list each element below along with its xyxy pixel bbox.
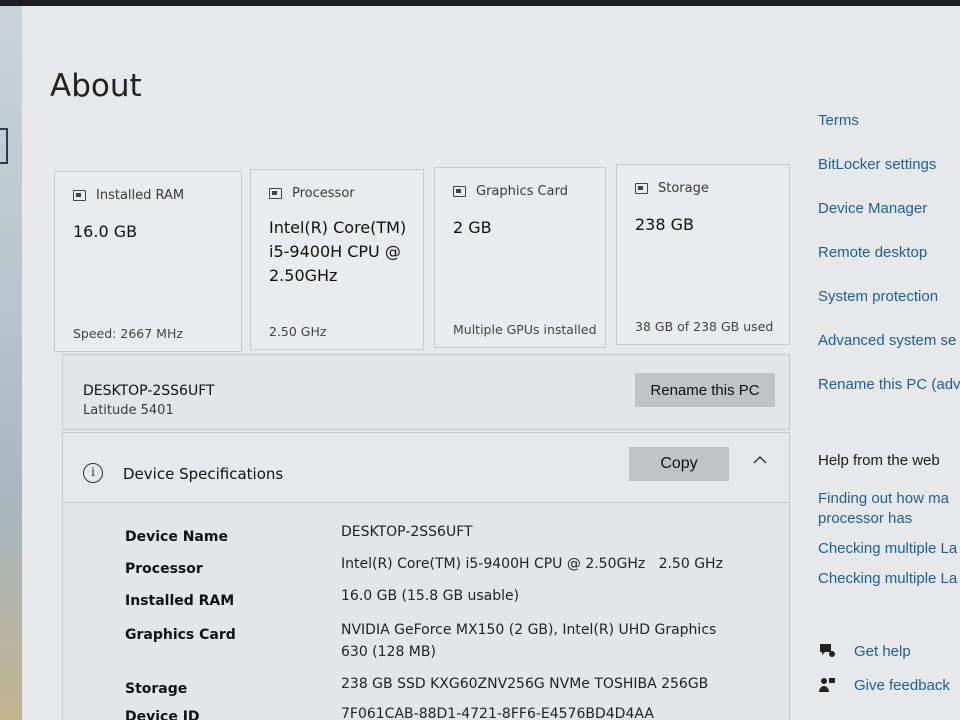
card-label: Installed RAM bbox=[96, 188, 185, 203]
get-help-icon bbox=[818, 642, 836, 658]
get-help-link[interactable]: Get help bbox=[854, 643, 911, 660]
card-label: Graphics Card bbox=[476, 184, 568, 199]
spec-value: Intel(R) Core(TM) i5-9400H CPU @ 2.50GHz… bbox=[341, 556, 723, 572]
spec-label: Installed RAM bbox=[125, 593, 235, 609]
card-foot: Multiple GPUs installed bbox=[453, 322, 597, 337]
card-processor: Processor Intel(R) Core(TM) i5-9400H CPU… bbox=[250, 169, 424, 350]
link-help-finding-processor[interactable]: Finding out how ma bbox=[818, 490, 949, 507]
give-feedback-link[interactable]: Give feedback bbox=[854, 677, 950, 694]
taskbar-edge-indicator bbox=[0, 128, 8, 164]
device-specifications-title: Device Specifications bbox=[123, 465, 284, 483]
spec-value: 16.0 GB (15.8 GB usable) bbox=[341, 588, 520, 604]
pc-name: DESKTOP-2SS6UFT bbox=[83, 383, 215, 399]
link-remote-desktop[interactable]: Remote desktop bbox=[818, 244, 927, 261]
spec-label: Device Name bbox=[125, 529, 228, 545]
spec-value: 7F061CAB-88D1-4721-8FF6-E4576BD4D4AA bbox=[341, 706, 654, 720]
card-value: Intel(R) Core(TM) i5-9400H CPU @ 2.50GHz bbox=[269, 218, 407, 285]
card-foot: 2.50 GHz bbox=[269, 324, 327, 339]
card-value: 2 GB bbox=[453, 218, 492, 237]
link-device-manager[interactable]: Device Manager bbox=[818, 200, 927, 217]
device-specifications-header[interactable]: i Device Specifications Copy bbox=[63, 433, 789, 503]
link-help-checking-multiple-2[interactable]: Checking multiple La bbox=[818, 570, 957, 587]
link-help-finding-processor-cont[interactable]: processor has bbox=[818, 510, 912, 527]
spec-value: DESKTOP-2SS6UFT bbox=[341, 524, 473, 540]
spec-value: 238 GB SSD KXG60ZNV256G NVMe TOSHIBA 256… bbox=[341, 676, 709, 692]
copy-specs-button[interactable]: Copy bbox=[629, 447, 729, 481]
device-specifications-panel: i Device Specifications Copy Device Name… bbox=[62, 432, 790, 720]
rename-pc-button[interactable]: Rename this PC bbox=[635, 373, 775, 407]
processor-icon bbox=[269, 188, 282, 199]
pc-name-section: DESKTOP-2SS6UFT Latitude 5401 Rename thi… bbox=[62, 354, 790, 430]
spec-label: Storage bbox=[125, 681, 188, 697]
card-foot: Speed: 2667 MHz bbox=[73, 326, 183, 341]
card-label: Processor bbox=[292, 186, 355, 201]
spec-value: NVIDIA GeForce MX150 (2 GB), Intel(R) UH… bbox=[341, 622, 717, 660]
card-value: 16.0 GB bbox=[73, 222, 138, 241]
card-installed-ram: Installed RAM 16.0 GB Speed: 2667 MHz bbox=[54, 171, 242, 352]
card-storage: Storage 238 GB 38 GB of 238 GB used bbox=[616, 164, 790, 345]
pc-model: Latitude 5401 bbox=[83, 403, 174, 418]
link-system-protection[interactable]: System protection bbox=[818, 288, 938, 305]
chevron-up-icon[interactable] bbox=[753, 453, 767, 467]
storage-icon bbox=[635, 183, 648, 194]
help-from-web-heading: Help from the web bbox=[818, 452, 940, 469]
card-foot: 38 GB of 238 GB used bbox=[635, 319, 774, 334]
link-bitlocker-settings[interactable]: BitLocker settings bbox=[818, 156, 936, 173]
graphics-card-icon bbox=[453, 186, 466, 197]
card-graphics: Graphics Card 2 GB Multiple GPUs install… bbox=[434, 167, 606, 348]
spec-label: Device ID bbox=[125, 709, 200, 720]
desktop-background-strip bbox=[0, 6, 22, 720]
card-label: Storage bbox=[658, 181, 709, 196]
link-advanced-system-settings[interactable]: Advanced system se bbox=[818, 332, 956, 349]
info-icon: i bbox=[83, 463, 103, 483]
memory-icon bbox=[73, 190, 86, 201]
spec-label: Graphics Card bbox=[125, 627, 236, 643]
spec-label: Processor bbox=[125, 561, 203, 577]
link-help-checking-multiple-1[interactable]: Checking multiple La bbox=[818, 540, 957, 557]
card-value: 238 GB bbox=[635, 215, 694, 234]
give-feedback-icon bbox=[818, 676, 836, 692]
link-rename-pc-advanced[interactable]: Rename this PC (adv bbox=[818, 376, 960, 393]
link-terms[interactable]: Terms bbox=[818, 112, 859, 129]
page-title: About bbox=[50, 68, 142, 104]
